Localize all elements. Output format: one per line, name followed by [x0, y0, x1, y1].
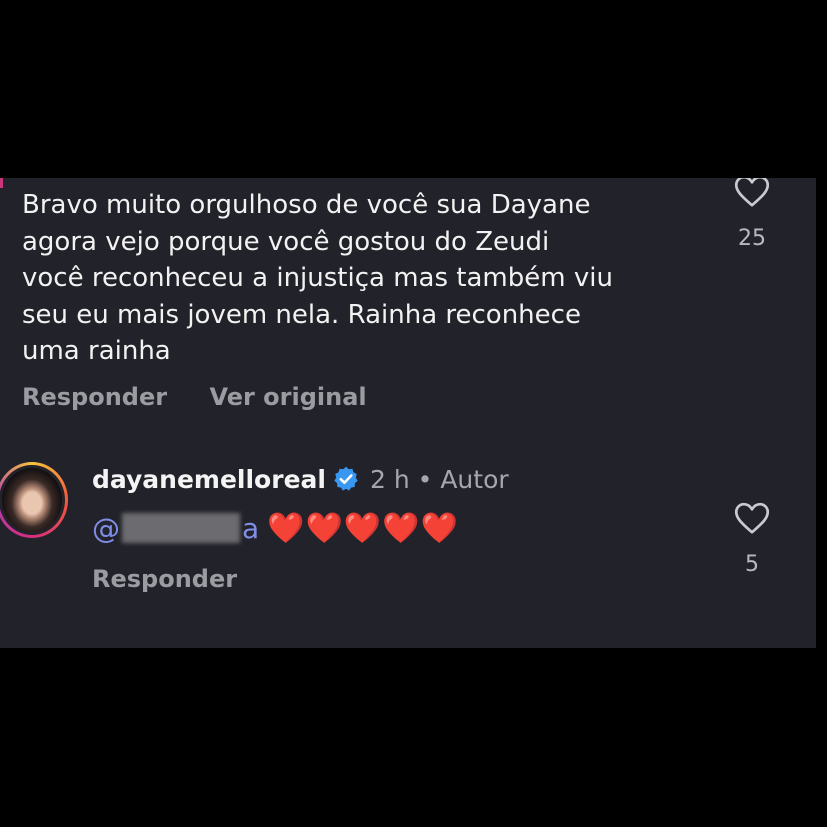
reply-button[interactable]: Responder	[22, 383, 167, 411]
comment-line: agora vejo porque você gostou do Zeudi	[22, 226, 550, 257]
avatar[interactable]	[0, 460, 72, 540]
heart-outline-icon	[734, 178, 770, 207]
username-link[interactable]: dayanemelloreal	[92, 465, 326, 494]
profile-photo	[2, 468, 62, 532]
comment-line: você reconheceu a injustiça mas também v…	[22, 263, 613, 293]
story-ring-edge	[0, 178, 3, 188]
reply-body: @ a ❤️❤️❤️❤️❤️	[92, 511, 459, 546]
comment-text: Bravo muito orgulhoso de você sua Dayane…	[22, 187, 712, 370]
comment-like-count: 25	[738, 226, 766, 251]
story-ring	[0, 462, 68, 538]
comment-actions: Responder Ver original	[22, 383, 401, 411]
heart-outline-icon	[734, 502, 770, 534]
comment-line: uma rainha	[22, 336, 171, 366]
reply-like-count: 5	[745, 552, 759, 577]
comment-line: Bravo muito orgulhoso de você sua Dayane	[22, 190, 591, 220]
mention-suffix[interactable]: a	[242, 512, 259, 545]
mention-prefix[interactable]: @	[92, 512, 120, 545]
separator-dot: •	[417, 465, 433, 494]
reply-to-reply-button[interactable]: Responder	[92, 565, 237, 593]
blurred-username	[122, 513, 240, 543]
comment-like-heart-icon[interactable]	[734, 178, 770, 208]
verified-badge-icon	[334, 466, 358, 491]
reply-header: dayanemelloreal 2 h • Autor	[92, 465, 509, 494]
reply-like-heart-icon[interactable]	[734, 501, 770, 535]
see-original-button[interactable]: Ver original	[209, 383, 366, 411]
comments-panel: Bravo muito orgulhoso de você sua Dayane…	[0, 178, 816, 648]
reply-time: 2 h	[369, 465, 410, 494]
hearts-emoji: ❤️❤️❤️❤️❤️	[267, 511, 459, 546]
comment-line: seu eu mais jovem nela. Rainha reconhece	[22, 299, 581, 330]
author-badge: Autor	[440, 465, 509, 494]
